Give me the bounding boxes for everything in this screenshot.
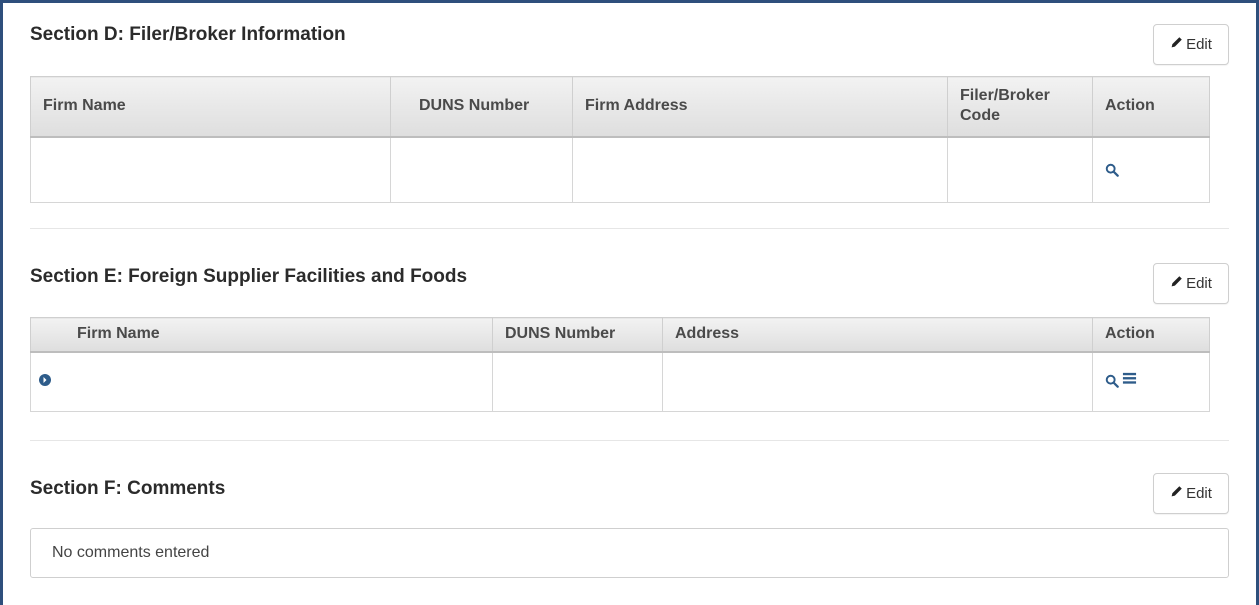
cell-firm-name — [30, 136, 391, 203]
pencil-icon — [1170, 485, 1183, 502]
comments-box: No comments entered — [30, 528, 1229, 578]
col-firm-address: Firm Address — [572, 76, 948, 138]
pencil-icon — [1170, 36, 1183, 53]
pencil-icon — [1170, 275, 1183, 292]
section-divider — [30, 228, 1229, 229]
col-action: Action — [1092, 317, 1210, 353]
edit-button-label: Edit — [1186, 275, 1212, 292]
cell-action — [1092, 136, 1210, 203]
cell-duns-number — [492, 351, 663, 412]
cell-firm-address — [572, 136, 948, 203]
col-duns-number: DUNS Number — [492, 317, 663, 353]
list-icon[interactable] — [1122, 371, 1137, 391]
edit-button-label: Edit — [1186, 36, 1212, 53]
search-icon[interactable] — [1105, 374, 1119, 388]
cell-filer-broker-code — [947, 136, 1093, 203]
foreign-supplier-table: Firm Name DUNS Number Address Action — [30, 317, 1210, 412]
filer-broker-table: Firm Name DUNS Number Firm Address Filer… — [30, 76, 1210, 203]
section-f-title: Section F: Comments — [30, 478, 226, 499]
cell-action — [1092, 351, 1210, 412]
table-row — [30, 351, 1210, 412]
cell-address — [662, 351, 1093, 412]
section-e-edit-button[interactable]: Edit — [1153, 263, 1229, 304]
edit-button-label: Edit — [1186, 485, 1212, 502]
col-action: Action — [1092, 76, 1210, 138]
section-d-edit-button[interactable]: Edit — [1153, 24, 1229, 65]
search-icon[interactable] — [1105, 163, 1197, 177]
col-firm-name: Firm Name — [30, 76, 391, 138]
col-duns-number: DUNS Number — [390, 76, 573, 138]
cell-duns-number — [390, 136, 573, 203]
section-d-title: Section D: Filer/Broker Information — [30, 24, 346, 45]
section-f-edit-button[interactable]: Edit — [1153, 473, 1229, 514]
col-address: Address — [662, 317, 1093, 353]
table-row — [30, 136, 1210, 203]
section-e-title: Section E: Foreign Supplier Facilities a… — [30, 266, 468, 287]
circle-arrow-right-icon[interactable] — [39, 373, 51, 391]
col-firm-name: Firm Name — [30, 317, 493, 353]
cell-firm-name — [30, 351, 493, 412]
section-divider — [30, 440, 1229, 441]
comments-text: No comments entered — [52, 544, 210, 561]
col-filer-broker-code: Filer/Broker Code — [947, 76, 1093, 138]
